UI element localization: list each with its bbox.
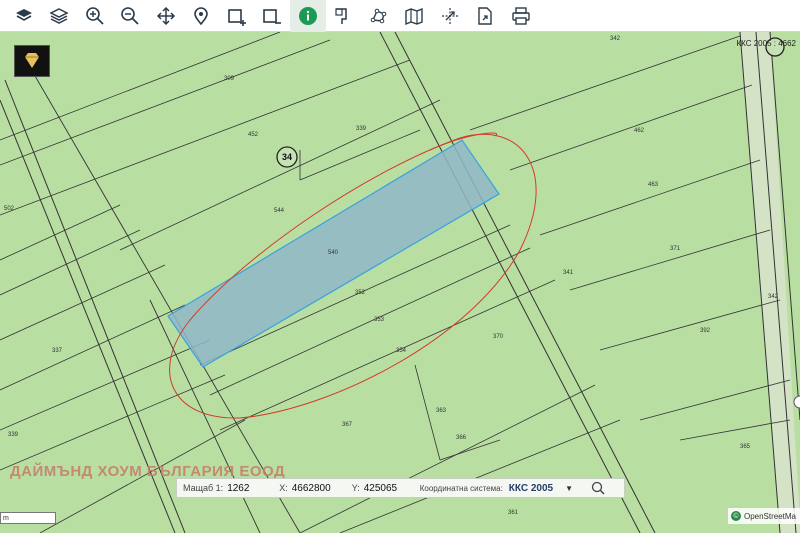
parcel-label: 452: [248, 132, 259, 138]
attribution-info-icon: ©: [730, 511, 741, 521]
location-pin-icon: [194, 6, 209, 25]
deselect-area-button[interactable]: [255, 0, 291, 32]
y-label: Y:: [351, 483, 360, 493]
crs-select[interactable]: ККС 2005: [509, 483, 553, 494]
parcel-label: 342: [610, 36, 621, 42]
parcel-label: 337: [52, 348, 63, 354]
parcel-label: 309: [224, 76, 235, 82]
parcel-label: 392: [700, 328, 711, 334]
map-toolbar: [0, 0, 800, 32]
layers-button[interactable]: [6, 0, 42, 32]
parcel-label: 365: [740, 444, 751, 450]
map-attribution[interactable]: © OpenStreetMa: [727, 508, 800, 524]
map-icon: [405, 7, 423, 25]
layers-stack-button[interactable]: [42, 0, 78, 32]
zoom-out-button[interactable]: [113, 0, 149, 32]
parcel-label: 371: [670, 246, 681, 252]
measure-polygon-button[interactable]: [361, 0, 397, 32]
print-button[interactable]: [503, 0, 539, 32]
parcel-label: 341: [563, 270, 574, 276]
zoom-out-icon: [121, 6, 139, 25]
select-area-button[interactable]: [219, 0, 255, 32]
parcel-label: 370: [493, 334, 504, 340]
info-icon: [298, 6, 317, 25]
parcel-label: 354: [396, 348, 407, 354]
measure-polygon-icon: [370, 8, 387, 23]
parcel-label: 502: [4, 206, 15, 212]
diamond-logo-icon: [25, 53, 39, 68]
zoom-in-icon: [85, 6, 104, 25]
scale-label: Мащаб 1:: [183, 483, 224, 493]
export-button[interactable]: [468, 0, 504, 32]
crs-header-text: ККС 2005 : 4662: [736, 39, 797, 48]
parcel-label: 339: [8, 432, 19, 438]
scale-bar: m: [0, 512, 56, 524]
map-view-button[interactable]: [397, 0, 433, 32]
x-coordinate-value[interactable]: 4662800: [292, 483, 346, 494]
measure-distance-button[interactable]: [326, 0, 362, 32]
parcel-label: 462: [634, 128, 645, 134]
parcel-label: 363: [436, 408, 447, 414]
coordinates-button[interactable]: [432, 0, 468, 32]
coordinates-icon: [441, 7, 458, 24]
parcel-label: 353: [374, 317, 385, 323]
x-label: X:: [279, 483, 288, 493]
select-area-icon: [227, 8, 246, 26]
parcel-label: 366: [456, 435, 467, 441]
measure-distance-icon: [335, 7, 347, 24]
crs-label: Координатна система:: [419, 483, 503, 493]
parcel-label: 339: [356, 126, 367, 132]
pan-button[interactable]: [148, 0, 184, 32]
parcel-label: 342: [768, 294, 779, 300]
search-button[interactable]: [591, 481, 605, 495]
search-icon: [591, 481, 605, 495]
parcel-label: 544: [274, 208, 285, 214]
y-coordinate-value[interactable]: 425065: [364, 483, 414, 494]
parcel-label: 367: [342, 422, 353, 428]
cadastral-map[interactable]: 342 309 452 339 462 463 371 502 544 341 …: [0, 32, 800, 533]
company-logo: [14, 45, 50, 77]
location-button[interactable]: [184, 0, 220, 32]
deselect-area-icon: [263, 8, 282, 24]
chevron-down-icon[interactable]: ▼: [565, 484, 573, 493]
map-canvas[interactable]: [0, 32, 800, 533]
zoom-in-button[interactable]: [77, 0, 113, 32]
pan-arrows-icon: [156, 6, 175, 25]
layers-stack-icon: [49, 7, 69, 24]
export-icon: [478, 6, 492, 25]
parcel-label: 352: [355, 290, 366, 296]
layers-icon: [15, 8, 32, 21]
parcel-label: 463: [648, 182, 659, 188]
parcel-label: 361: [508, 510, 519, 516]
parcel-label: 540: [328, 250, 339, 256]
info-button[interactable]: [290, 0, 326, 32]
scale-value[interactable]: 1262: [227, 483, 273, 494]
map-marker-label: 34: [282, 152, 293, 162]
coordinate-bar: Мащаб 1: 1262 X: 4662800 Y: 425065 Коорд…: [176, 478, 625, 498]
print-icon: [512, 6, 530, 25]
attribution-text: OpenStreetMa: [743, 511, 796, 521]
